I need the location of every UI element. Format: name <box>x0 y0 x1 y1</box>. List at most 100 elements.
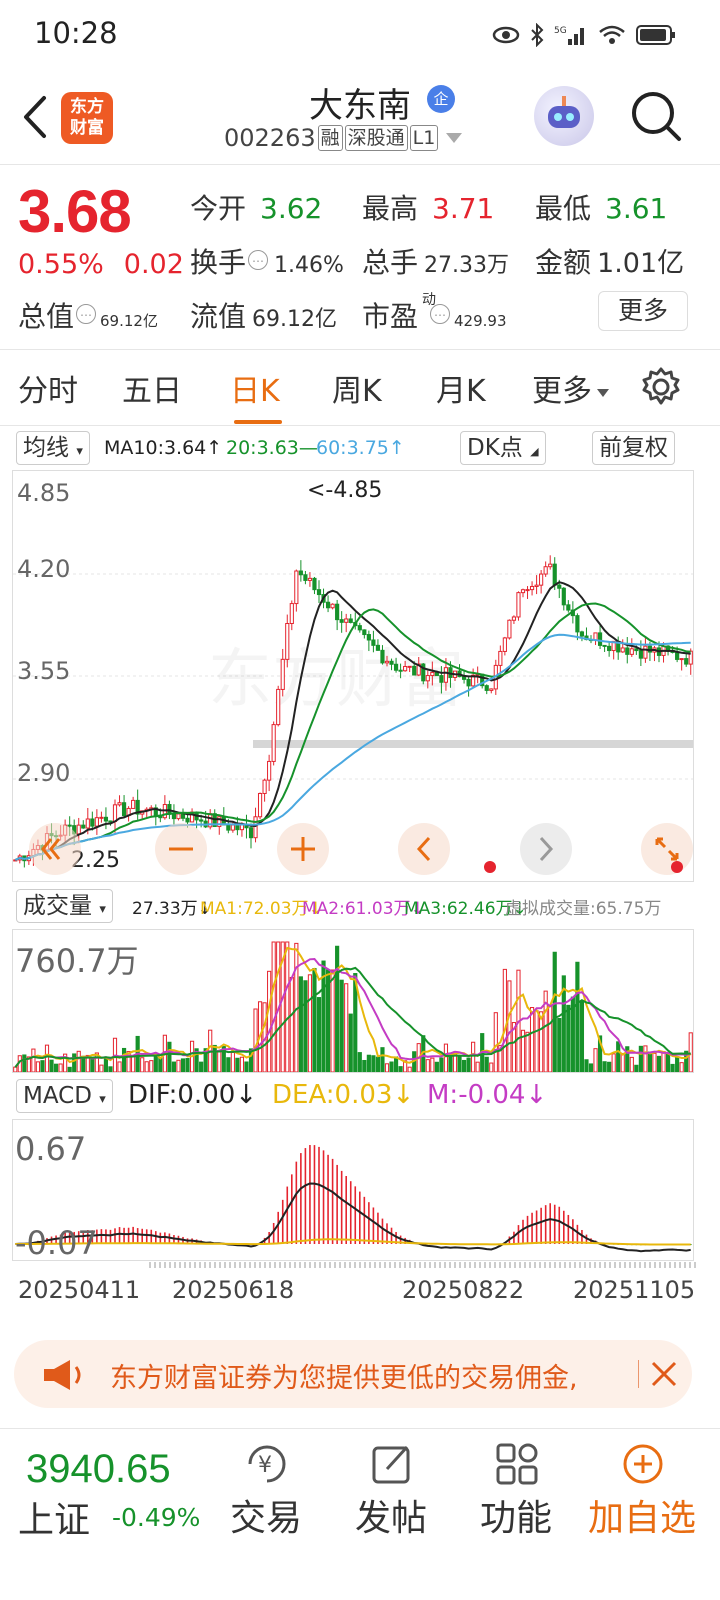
ma-selector-label: 均线 <box>23 435 69 461</box>
candle-body <box>298 570 303 576</box>
candle-body <box>380 649 385 664</box>
open-label: 今开 <box>190 192 247 225</box>
tab-daily-k[interactable]: 日K <box>230 366 280 410</box>
volume-bar <box>180 1058 186 1073</box>
candle-body <box>579 631 585 637</box>
volume-bar <box>434 1061 439 1073</box>
kline-chart[interactable]: 东方财富 4.85 4.20 3.55 2.90 <-4.85 2.25 <box>12 470 694 882</box>
stock-code-line[interactable]: 002263 融 深股通 L1 <box>224 124 463 152</box>
volume-bar <box>643 1045 648 1073</box>
fullscreen-button[interactable] <box>641 823 693 875</box>
close-icon[interactable] <box>648 1358 680 1390</box>
collapse-left-button[interactable] <box>29 823 81 875</box>
macd-chart[interactable]: 0.67 -0.07 <box>12 1119 694 1262</box>
zoom-out-button[interactable] <box>155 823 207 875</box>
gear-icon[interactable] <box>640 366 682 408</box>
macd-dea-text: DEA:0.03 <box>272 1080 393 1110</box>
candle-body <box>403 665 408 672</box>
more-quote-button[interactable]: 更多 <box>598 291 688 331</box>
candle-body <box>566 604 571 611</box>
volume-bar <box>149 1060 154 1073</box>
nav-functions[interactable]: 功能 <box>456 1429 576 1549</box>
candle-body <box>516 592 521 618</box>
low-label: 最低 <box>535 192 592 225</box>
price-adjust-button[interactable]: 前复权 <box>592 431 675 465</box>
candle-body <box>489 688 494 691</box>
volume-bar <box>44 1044 50 1073</box>
volume-bar <box>366 1054 371 1073</box>
volume-bar <box>430 1057 435 1073</box>
macd-selector[interactable]: MACD ▾ <box>16 1079 113 1113</box>
volume-bar <box>471 1041 476 1073</box>
candle-body <box>393 663 399 671</box>
search-icon[interactable] <box>628 88 684 144</box>
info-icon[interactable]: … <box>248 250 269 270</box>
date-ticks <box>149 1262 696 1268</box>
amount-cell: 金额 1.01亿 <box>535 241 684 281</box>
candle-body <box>76 824 81 835</box>
candle-body <box>339 619 344 623</box>
candle-body <box>425 675 430 682</box>
volume-bar <box>389 1061 394 1073</box>
nav-add-watchlist[interactable]: 加自选 <box>582 1429 702 1549</box>
max-price-marker: <-4.85 <box>307 478 382 503</box>
candle-body <box>443 667 449 683</box>
candle-body <box>103 816 109 822</box>
period-tabs: 分时 五日 日K 周K 月K 更多 <box>0 350 720 426</box>
next-button[interactable] <box>520 823 572 875</box>
total-value-cell: 总值… 69.12亿 <box>18 295 158 335</box>
info-icon[interactable]: … <box>76 304 97 324</box>
macd-m: M:-0.04↓ <box>427 1080 548 1110</box>
date-label-1: 20250411 <box>18 1276 141 1304</box>
candle-body <box>85 818 90 829</box>
tab-more[interactable]: 更多 <box>532 366 610 410</box>
index-change: -0.49% <box>112 1503 201 1532</box>
candle-body <box>285 623 290 660</box>
tag-level: L1 <box>409 125 439 151</box>
tab-monthly-k[interactable]: 月K <box>436 366 486 410</box>
volume-bar <box>344 983 349 1073</box>
candle-body <box>629 648 634 655</box>
assistant-robot-icon[interactable] <box>534 86 594 146</box>
tab-weekly-k[interactable]: 周K <box>332 366 382 410</box>
volume-bar <box>602 1061 607 1073</box>
volume-selector[interactable]: 成交量 ▾ <box>16 889 113 923</box>
candle-body <box>362 629 367 636</box>
macd-y-bottom: -0.07 <box>15 1224 98 1260</box>
nav-trade[interactable]: ¥ 交易 <box>206 1429 326 1549</box>
eye-icon <box>492 26 520 44</box>
candle-body <box>466 678 471 687</box>
zoom-in-button[interactable] <box>277 823 329 875</box>
index-value: 3940.65 <box>26 1447 171 1491</box>
candle-body <box>253 816 258 839</box>
date-label-4: 20251105 <box>573 1276 696 1304</box>
candle-body <box>108 820 113 823</box>
caret-down-icon <box>597 388 609 397</box>
volume-bar <box>13 1066 18 1073</box>
candle-body <box>539 573 544 586</box>
macd-y-top: 0.67 <box>15 1130 86 1168</box>
volume-bar <box>588 1063 594 1073</box>
volume-ma1-text: MA1:72.03万 <box>200 899 309 919</box>
dk-points-button[interactable]: DK点 ◢ <box>460 431 546 465</box>
prev-button[interactable] <box>398 823 450 875</box>
volume-bar <box>357 1052 362 1073</box>
volume-label: 总手 <box>362 246 419 279</box>
low-cell: 最低 3.61 <box>535 187 667 227</box>
volume-bar <box>629 1056 634 1073</box>
candle-body <box>638 650 643 659</box>
date-axis: 20250411 20250618 20250822 20251105 <box>0 1262 720 1322</box>
volume-bar <box>108 1066 113 1073</box>
volume-bar <box>289 976 294 1073</box>
candle-body <box>525 589 530 592</box>
volume-bar <box>303 980 308 1073</box>
candle-body <box>230 824 235 831</box>
volume-chart[interactable]: 760.7万 <box>12 929 694 1073</box>
ma-selector[interactable]: 均线 ▾ <box>16 431 90 465</box>
tab-intraday[interactable]: 分时 <box>18 366 78 410</box>
volume-bar <box>99 1064 104 1073</box>
volume-bar <box>253 1008 258 1073</box>
promo-banner[interactable]: 东方财富证券为您提供更低的交易佣金, <box>14 1340 692 1408</box>
nav-post[interactable]: 发帖 <box>331 1429 451 1549</box>
tab-five-day[interactable]: 五日 <box>122 366 182 410</box>
